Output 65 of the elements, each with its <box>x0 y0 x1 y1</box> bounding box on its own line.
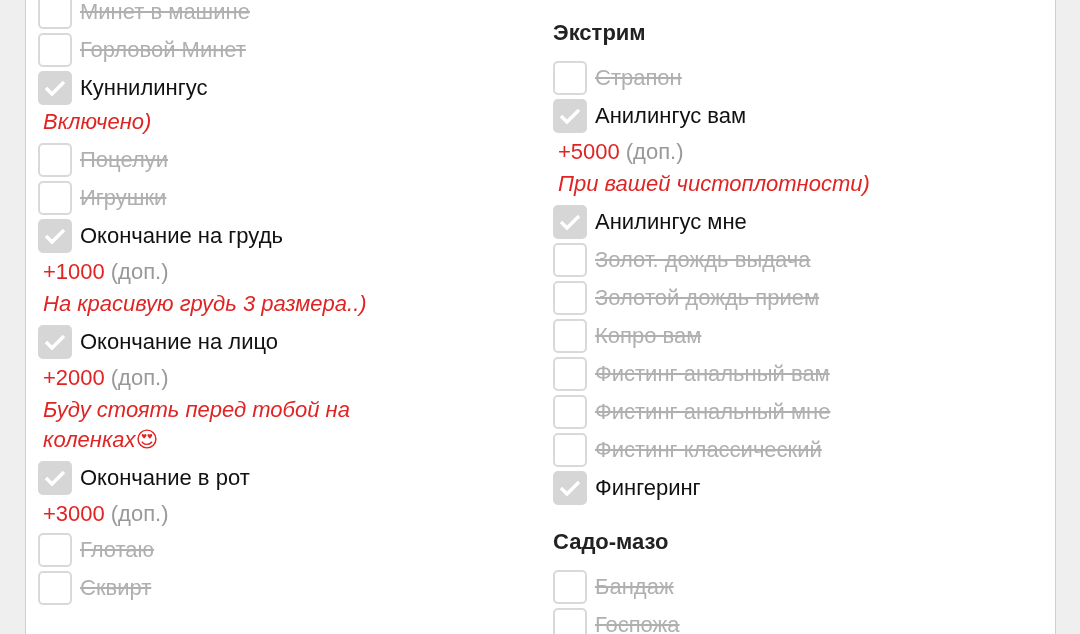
service-label: Минет в машине <box>80 0 250 25</box>
service-label: Окончание на лицо <box>80 329 279 355</box>
price: +1000 <box>43 259 105 285</box>
price-suffix: (доп.) <box>110 501 169 527</box>
checkbox[interactable] <box>38 461 72 495</box>
checkbox[interactable] <box>553 608 587 634</box>
price-suffix: (доп.) <box>625 139 684 165</box>
price-suffix: (доп.) <box>110 259 169 285</box>
service-label: Окончание на грудь <box>80 223 283 249</box>
check-icon <box>44 79 66 97</box>
section-title: Экстрим <box>553 19 646 47</box>
checkbox[interactable] <box>553 319 587 353</box>
checkbox[interactable] <box>38 533 72 567</box>
check-icon <box>559 213 581 231</box>
service-label: Горловой Минет <box>80 37 246 63</box>
service-label: Куннилингус <box>80 75 208 101</box>
check-icon <box>559 107 581 125</box>
price: +5000 <box>558 139 620 165</box>
service-label: Страпон <box>595 65 682 91</box>
service-label: Фистинг анальный вам <box>595 361 830 387</box>
checkbox[interactable] <box>553 471 587 505</box>
checkbox[interactable] <box>553 281 587 315</box>
checkbox[interactable] <box>553 99 587 133</box>
checkbox[interactable] <box>38 0 72 29</box>
service-label: Копро вам <box>595 323 702 349</box>
service-note: Буду стоять перед тобой на коленках😍 <box>42 396 351 454</box>
service-note: Включено) <box>42 108 152 136</box>
checkbox[interactable] <box>38 143 72 177</box>
check-icon <box>559 479 581 497</box>
checkbox[interactable] <box>553 61 587 95</box>
checkbox[interactable] <box>553 433 587 467</box>
service-label: Окончание в рот <box>80 465 250 491</box>
service-label: Золотой дождь прием <box>595 285 820 311</box>
checkbox[interactable] <box>38 71 72 105</box>
service-label: Бандаж <box>595 574 674 600</box>
checkbox[interactable] <box>553 205 587 239</box>
checkbox[interactable] <box>553 243 587 277</box>
service-label: Поцелуи <box>80 147 169 173</box>
service-note: При вашей чистоплотности) <box>557 170 870 198</box>
price: +3000 <box>43 501 105 527</box>
checkbox[interactable] <box>553 395 587 429</box>
check-icon <box>44 333 66 351</box>
section-title: Садо-мазо <box>553 528 669 556</box>
service-label: Сквирт <box>80 575 152 601</box>
price-suffix: (доп.) <box>110 365 169 391</box>
price: +2000 <box>43 365 105 391</box>
service-label: Фистинг анальный мне <box>595 399 831 425</box>
service-label: Анилингус вам <box>595 103 747 129</box>
service-note: На красивую грудь 3 размера..) <box>42 290 367 318</box>
service-label: Игрушки <box>80 185 167 211</box>
checkbox[interactable] <box>553 357 587 391</box>
service-label: Фистинг классический <box>595 437 822 463</box>
service-label: Анилингус мне <box>595 209 747 235</box>
checkbox[interactable] <box>38 325 72 359</box>
service-label: Золот. дождь выдача <box>595 247 811 273</box>
service-label: Госпожа <box>595 612 680 634</box>
checkbox[interactable] <box>38 219 72 253</box>
checkbox[interactable] <box>38 33 72 67</box>
service-label: Глотаю <box>80 537 155 563</box>
checkbox[interactable] <box>38 181 72 215</box>
checkbox[interactable] <box>38 571 72 605</box>
service-label: Фингеринг <box>595 475 701 501</box>
checkbox[interactable] <box>553 570 587 604</box>
check-icon <box>44 469 66 487</box>
check-icon <box>44 227 66 245</box>
